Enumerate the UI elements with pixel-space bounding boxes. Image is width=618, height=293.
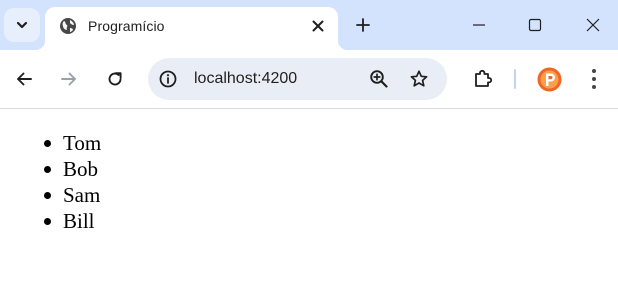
info-icon[interactable]: [158, 69, 178, 89]
forward-arrow-icon: [61, 72, 76, 86]
close-icon: [312, 20, 324, 32]
list-item: Bob: [43, 156, 101, 182]
forward-button[interactable]: [55, 65, 83, 93]
extensions-button[interactable]: [469, 65, 497, 93]
maximize-icon: [528, 18, 542, 32]
more-vert-icon: [592, 69, 596, 73]
reload-button[interactable]: [101, 65, 129, 93]
browser-toolbar: localhost:4200: [0, 50, 618, 108]
zoom-in-icon: [370, 70, 388, 88]
profile-avatar[interactable]: [537, 67, 562, 92]
star-icon: [410, 70, 428, 87]
reload-icon: [108, 72, 122, 86]
page-content: Tom Bob Sam Bill: [0, 109, 618, 293]
tab-title: Programício: [88, 18, 165, 34]
new-tab-button[interactable]: [350, 12, 376, 38]
maximize-button[interactable]: [520, 10, 550, 40]
active-tab[interactable]: Programício: [35, 7, 348, 50]
chevron-down-icon: [16, 21, 28, 29]
tab-strip: Programício: [0, 0, 618, 50]
names-list: Tom Bob Sam Bill: [43, 130, 102, 234]
minimize-button[interactable]: [464, 10, 494, 40]
puzzle-icon: [475, 69, 493, 87]
list-item: Bill: [43, 208, 101, 234]
list-item: Tom: [43, 131, 102, 155]
url-text[interactable]: localhost:4200: [194, 70, 297, 88]
address-bar[interactable]: localhost:4200: [148, 58, 447, 100]
bookmark-button[interactable]: [408, 68, 430, 90]
more-menu-button[interactable]: [584, 67, 604, 91]
globe-icon: [60, 18, 76, 34]
minimize-icon: [473, 24, 485, 26]
list-item: Sam: [43, 183, 101, 207]
zoom-button[interactable]: [368, 68, 390, 90]
plus-icon: [356, 18, 370, 32]
tab-search-button[interactable]: [4, 8, 40, 42]
close-window-button[interactable]: [578, 10, 608, 40]
toolbar-divider: [514, 69, 516, 89]
back-arrow-icon: [17, 72, 32, 86]
close-tab-button[interactable]: [307, 15, 329, 37]
back-button[interactable]: [10, 65, 38, 93]
close-icon: [586, 18, 600, 32]
